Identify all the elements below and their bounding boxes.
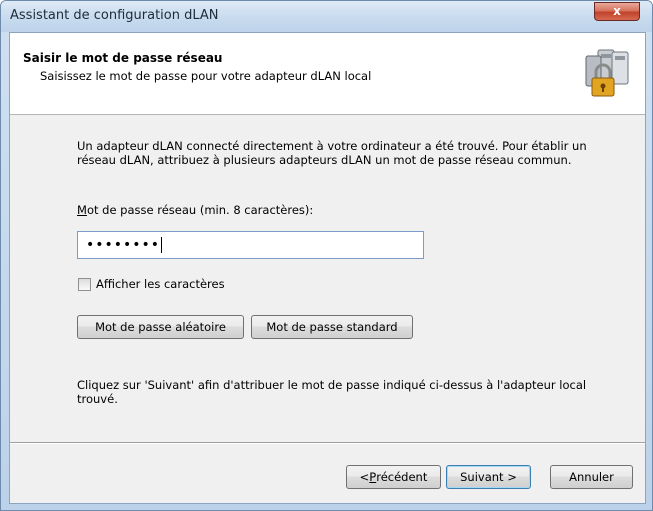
cancel-button[interactable]: Annuler: [550, 465, 633, 489]
dlan-adapters-lock-icon: [585, 49, 629, 97]
next-button[interactable]: Suivant >: [446, 465, 531, 489]
close-icon: x: [613, 4, 621, 18]
wizard-header: Saisir le mot de passe réseau Saisissez …: [10, 33, 645, 115]
show-chars-row[interactable]: Afficher les caractères: [78, 277, 225, 291]
password-label-accesskey: M: [77, 203, 87, 217]
back-prefix: <: [359, 470, 370, 484]
back-accesskey: P: [369, 470, 377, 484]
title-bar[interactable]: Assistant de configuration dLAN x: [1, 1, 652, 32]
show-chars-label[interactable]: Afficher les caractères: [96, 277, 225, 291]
password-input[interactable]: ••••••••: [77, 231, 424, 259]
password-label-rest: ot de passe réseau (min. 8 caractères):: [86, 203, 314, 217]
back-button[interactable]: < Précédent: [346, 465, 441, 489]
password-value: ••••••••: [86, 237, 161, 253]
close-button[interactable]: x: [594, 2, 640, 21]
random-password-button[interactable]: Mot de passe aléatoire: [77, 315, 244, 339]
footer-instruction: Cliquez sur 'Suivant' afin d'attribuer l…: [77, 378, 587, 406]
header-title: Saisir le mot de passe réseau: [23, 51, 223, 65]
footer-separator: [10, 442, 645, 444]
window-title: Assistant de configuration dLAN: [10, 8, 219, 23]
intro-text: Un adapteur dLAN connecté directement à …: [77, 139, 587, 167]
header-subtitle: Saisissez le mot de passe pour votre ada…: [40, 69, 372, 83]
text-caret: [161, 237, 163, 253]
dialog-window: Assistant de configuration dLAN x Saisir…: [0, 0, 653, 511]
dialog-content: Saisir le mot de passe réseau Saisissez …: [9, 32, 646, 504]
password-label: Mot de passe réseau (min. 8 caractères):: [77, 203, 313, 217]
back-label-rest: récédent: [376, 470, 428, 484]
show-chars-checkbox[interactable]: [78, 277, 91, 291]
standard-password-button[interactable]: Mot de passe standard: [251, 315, 413, 339]
